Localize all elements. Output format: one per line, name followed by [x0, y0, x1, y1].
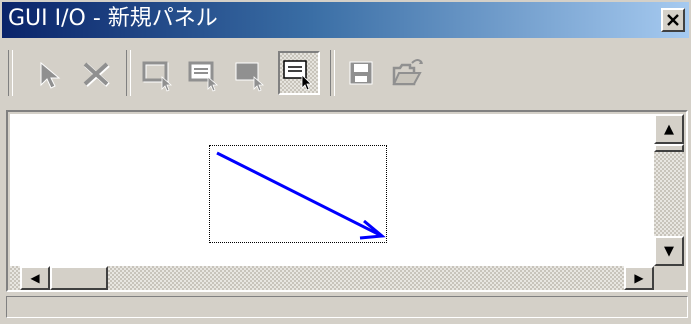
input-box-icon [142, 61, 173, 92]
toolbar-separator-2 [330, 50, 335, 96]
filled-box-icon [235, 62, 265, 92]
scroll-right-button[interactable]: ▶ [624, 266, 654, 290]
gui-io-window: GUI I/O - 新規パネル ▲ ▼ ◀ ▶ [0, 0, 691, 324]
text-box-icon [283, 60, 312, 91]
close-button[interactable] [661, 8, 685, 32]
input-element-tool-button[interactable] [138, 51, 180, 95]
select-tool-button[interactable] [30, 51, 72, 95]
text-element-tool-button[interactable] [278, 51, 320, 95]
delete-x-icon [83, 62, 110, 87]
scroll-up-button[interactable]: ▲ [654, 114, 684, 144]
horizontal-scrollbar[interactable]: ◀ ▶ [10, 266, 654, 290]
vertical-scroll-thumb[interactable] [654, 144, 684, 152]
delete-tool-button[interactable] [76, 51, 118, 95]
output-box-icon [188, 61, 219, 92]
open-tool-button[interactable] [388, 51, 430, 95]
panel-canvas[interactable] [10, 114, 654, 266]
horizontal-scroll-thumb[interactable] [50, 266, 108, 290]
toolbar-separator [126, 50, 131, 96]
save-tool-button[interactable] [342, 51, 384, 95]
toolbar-grip[interactable] [8, 50, 13, 96]
open-folder-icon [392, 59, 423, 86]
floppy-disk-icon [349, 61, 373, 85]
left-arrow-icon: ◀ [30, 271, 40, 285]
vertical-scrollbar[interactable]: ▲ ▼ [654, 114, 684, 266]
title-bar[interactable]: GUI I/O - 新規パネル [2, 2, 689, 38]
scroll-left-button[interactable]: ◀ [20, 266, 50, 290]
output-element-tool-button[interactable] [184, 51, 226, 95]
down-arrow-icon: ▼ [664, 243, 674, 259]
arrow-element[interactable] [10, 114, 654, 266]
window-title: GUI I/O - 新規パネル [8, 6, 218, 31]
filled-element-tool-button[interactable] [230, 51, 272, 95]
close-icon [667, 14, 679, 26]
status-bar [6, 296, 688, 318]
scrollbar-corner [654, 266, 684, 290]
up-arrow-icon: ▲ [664, 121, 674, 137]
right-arrow-icon: ▶ [634, 271, 644, 285]
toolbar [2, 40, 689, 108]
scroll-down-button[interactable]: ▼ [654, 236, 684, 266]
cursor-arrow-icon [40, 61, 61, 89]
